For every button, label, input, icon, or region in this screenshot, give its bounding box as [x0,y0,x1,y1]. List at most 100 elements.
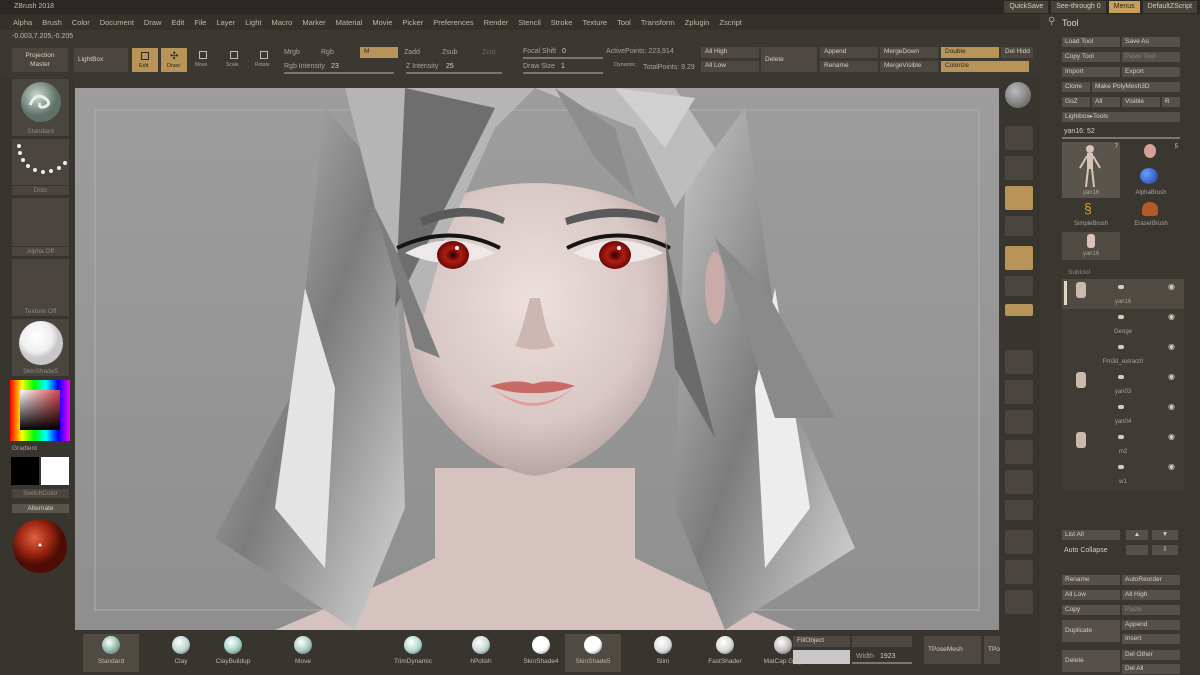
material-standard[interactable]: Standard [83,634,139,672]
lsym-button[interactable] [1005,276,1033,296]
material-slim[interactable]: Slim [635,634,691,672]
duplicate-button[interactable]: Duplicate [1062,620,1120,642]
menu-document[interactable]: Document [95,18,139,27]
menu-zplugin[interactable]: Zplugin [680,18,715,27]
colorize-button[interactable]: Colorize [941,61,1029,72]
draw-button[interactable]: Draw ✣ [161,48,187,72]
lightbox-button[interactable]: LightBox [74,48,128,72]
actual-button[interactable] [1005,126,1033,150]
double-button[interactable]: Double [941,47,999,58]
subtool-row[interactable]: ◉ yan04 [1062,399,1184,429]
bpr-render-icon[interactable] [1005,82,1031,108]
menu-edit[interactable]: Edit [166,18,189,27]
menu-picker[interactable]: Picker [397,18,428,27]
quicksave-button[interactable]: QuickSave [1004,1,1049,13]
auto-reorder-button[interactable]: AutoReorder [1122,575,1180,585]
clone-button[interactable]: Clone [1062,82,1090,92]
stroke-picker[interactable] [12,139,69,185]
menu-marker[interactable]: Marker [297,18,330,27]
move-up-button[interactable] [1126,545,1148,555]
floor-button[interactable] [1005,216,1033,236]
color-picker[interactable] [10,380,70,441]
subtool-toggle[interactable] [1118,345,1124,349]
menu-render[interactable]: Render [479,18,514,27]
fill-button-dim[interactable] [852,636,912,647]
width-slider[interactable] [852,662,912,664]
menu-color[interactable]: Color [67,18,95,27]
gxyz-button[interactable] [1005,304,1033,316]
primary-color-swatch[interactable] [41,457,69,485]
tool-thumb-alphabrush[interactable]: 5 AlphaBrush [1122,142,1180,198]
visibility-eye-icon[interactable]: ◉ [1168,312,1175,321]
subtool-row[interactable]: ◉ yan16 [1062,279,1184,309]
import-button[interactable]: Import [1062,67,1120,77]
delete-subtool-button[interactable]: Delete [1062,650,1120,672]
default-zscript-button[interactable]: DefaultZScript [1142,1,1197,13]
material-skinshade4[interactable]: SkinShade4 [513,634,569,672]
solo-button[interactable] [1005,560,1033,584]
subtool-toggle[interactable] [1118,285,1124,289]
all-high-button[interactable]: All High [701,47,759,58]
goz-button[interactable]: GoZ [1062,97,1090,107]
make-polymesh-button[interactable]: Make PolyMesh3D [1092,82,1180,92]
menu-alpha[interactable]: Alpha [8,18,37,27]
focal-shift-slider[interactable] [523,57,603,59]
alpha-picker[interactable] [12,198,69,246]
paste-tool-button[interactable]: Paste Tool [1122,52,1180,62]
brush-picker[interactable] [12,79,69,127]
auto-collapse-button[interactable]: Auto Collapse [1064,547,1108,554]
subtool-row[interactable]: ◉ yan03 [1062,369,1184,399]
subtool-toggle[interactable] [1118,315,1124,319]
switch-color-button[interactable]: SwitchColor [12,489,69,498]
copy-tool-button[interactable]: Copy Tool [1062,52,1120,62]
tpo-button[interactable]: TPo [984,636,1000,664]
delete-button[interactable]: Delete [761,47,817,72]
export-button[interactable]: Export [1122,67,1180,77]
tool-thumb-simplebrush[interactable]: § SimpleBrush [1062,200,1120,230]
save-as-button[interactable]: Save As [1122,37,1180,47]
paste-subtool-button[interactable]: Paste [1122,605,1180,615]
move-down-button[interactable]: ⇩ [1152,545,1178,555]
list-all-button[interactable]: List All [1062,530,1120,540]
del-all-button[interactable]: Del All [1122,664,1180,674]
zsub-button[interactable]: Zsub [442,49,458,56]
visibility-eye-icon[interactable]: ◉ [1168,342,1175,351]
material-trimdynamic[interactable]: TrimDynamic [385,634,441,672]
tool-thumb-yan16[interactable]: 7 yan16 [1062,142,1120,198]
del-hidden-button[interactable]: Del Hidd [1001,47,1033,58]
mrgb-button[interactable]: Mrgb [284,49,300,56]
subtool-row[interactable]: ◉ Pm3d_extract0 [1062,339,1184,369]
all-low-button[interactable]: All Low [701,61,759,72]
subtool-row[interactable]: ◉ Geoge [1062,309,1184,339]
tool-thumb-eraserbrush[interactable]: EraserBrush [1122,200,1180,230]
visibility-eye-icon[interactable]: ◉ [1168,282,1175,291]
see-through-slider[interactable]: See-through 0 [1051,1,1106,13]
rename-subtool-button[interactable]: Rename [1062,575,1120,585]
material-claybuildup[interactable]: ClayBuildup [205,634,261,672]
xpose-button[interactable] [1005,590,1033,614]
menu-transform[interactable]: Transform [636,18,680,27]
menu-macro[interactable]: Macro [266,18,297,27]
menu-zscript[interactable]: Zscript [714,18,747,27]
scale-button[interactable]: Scale [224,50,246,70]
z-intensity-slider[interactable] [406,72,502,74]
subtool-toggle[interactable] [1118,435,1124,439]
subtool-header[interactable]: Subtool [1068,269,1090,277]
load-tool-button[interactable]: Load Tool [1062,37,1120,47]
all-low-subtool-button[interactable]: All Low [1062,590,1120,600]
m-button[interactable]: M [360,47,398,58]
current-tool-slider[interactable] [1062,137,1180,139]
r-button[interactable]: R [1162,97,1180,107]
polyf-button[interactable] [1005,470,1033,494]
draw-size-slider[interactable] [523,72,603,74]
move-view-button[interactable] [1005,380,1033,404]
move-button[interactable]: Move [193,50,215,70]
local-button[interactable] [1005,246,1033,270]
secondary-color-swatch[interactable] [11,457,39,485]
material-fastshader[interactable]: FastShader [697,634,753,672]
subtool-row[interactable]: ◉ m2 [1062,429,1184,459]
insert-button[interactable]: Insert [1122,634,1180,644]
append-subtool-button[interactable]: Append [1122,620,1180,630]
material-picker[interactable] [12,319,69,367]
material-move[interactable]: Move [275,634,331,672]
